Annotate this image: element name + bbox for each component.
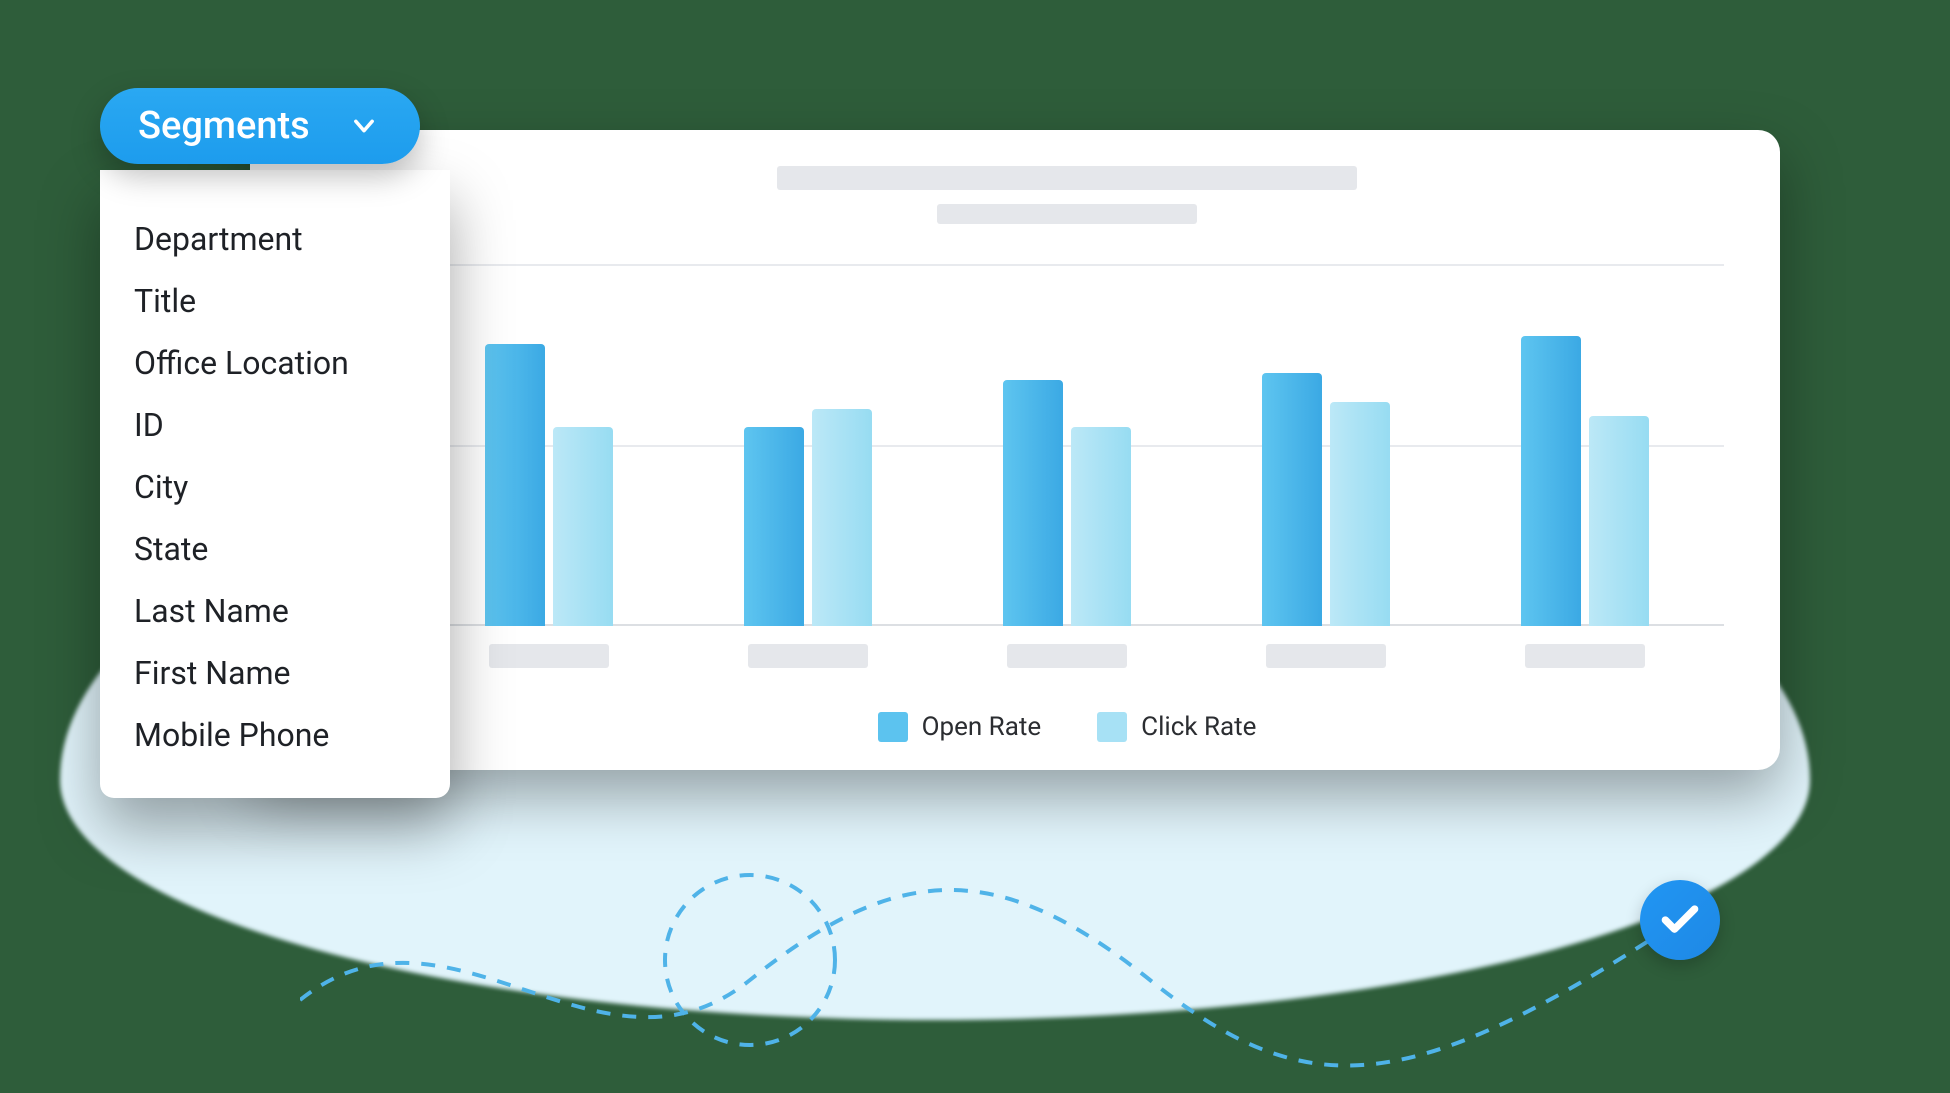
segments-dropdown-button[interactable]: Segments (100, 88, 420, 164)
bar-open-rate (1003, 380, 1063, 626)
segments-menu-item[interactable]: Department (100, 208, 450, 270)
bar-click-rate (1330, 402, 1390, 626)
segments-menu-item[interactable]: Title (100, 270, 450, 332)
bar-group (1003, 264, 1131, 626)
segments-menu-item[interactable]: Office Location (100, 332, 450, 394)
x-label-placeholder (1007, 644, 1127, 668)
segments-menu-item[interactable]: Last Name (100, 580, 450, 642)
chart-legend: Open Rate Click Rate (410, 712, 1724, 742)
bar-click-rate (1071, 427, 1131, 626)
bar-group (1521, 264, 1649, 626)
bar-click-rate (553, 427, 613, 626)
bar-group (485, 264, 613, 626)
x-axis-labels (410, 626, 1724, 668)
segments-menu-item[interactable]: Mobile Phone (100, 704, 450, 766)
legend-item-open-rate: Open Rate (878, 712, 1042, 742)
bar-group (1262, 264, 1390, 626)
bar-open-rate (485, 344, 545, 626)
x-label-placeholder (1525, 644, 1645, 668)
segments-menu-item[interactable]: First Name (100, 642, 450, 704)
check-badge (1640, 880, 1720, 960)
legend-label-click: Click Rate (1141, 712, 1256, 742)
chart-plot-area (410, 264, 1724, 626)
bar-group (744, 264, 872, 626)
segments-menu-item[interactable]: City (100, 456, 450, 518)
bar-click-rate (1589, 416, 1649, 626)
check-icon (1658, 898, 1702, 942)
legend-swatch-open (878, 712, 908, 742)
title-placeholder (777, 166, 1357, 190)
segments-label: Segments (138, 104, 310, 148)
legend-label-open: Open Rate (922, 712, 1042, 742)
segments-menu-item[interactable]: ID (100, 394, 450, 456)
subtitle-placeholder (937, 204, 1197, 224)
legend-swatch-click (1097, 712, 1127, 742)
legend-item-click-rate: Click Rate (1097, 712, 1256, 742)
segments-dropdown-menu: DepartmentTitleOffice LocationIDCityStat… (100, 170, 450, 798)
x-label-placeholder (1266, 644, 1386, 668)
segments-menu-item[interactable]: State (100, 518, 450, 580)
chart-card: Open Rate Click Rate (250, 130, 1780, 770)
bar-click-rate (812, 409, 872, 626)
x-label-placeholder (489, 644, 609, 668)
x-label-placeholder (748, 644, 868, 668)
bar-open-rate (744, 427, 804, 626)
bar-open-rate (1262, 373, 1322, 626)
chart-title-placeholder (410, 166, 1724, 224)
bar-open-rate (1521, 336, 1581, 626)
chevron-down-icon (350, 112, 378, 140)
